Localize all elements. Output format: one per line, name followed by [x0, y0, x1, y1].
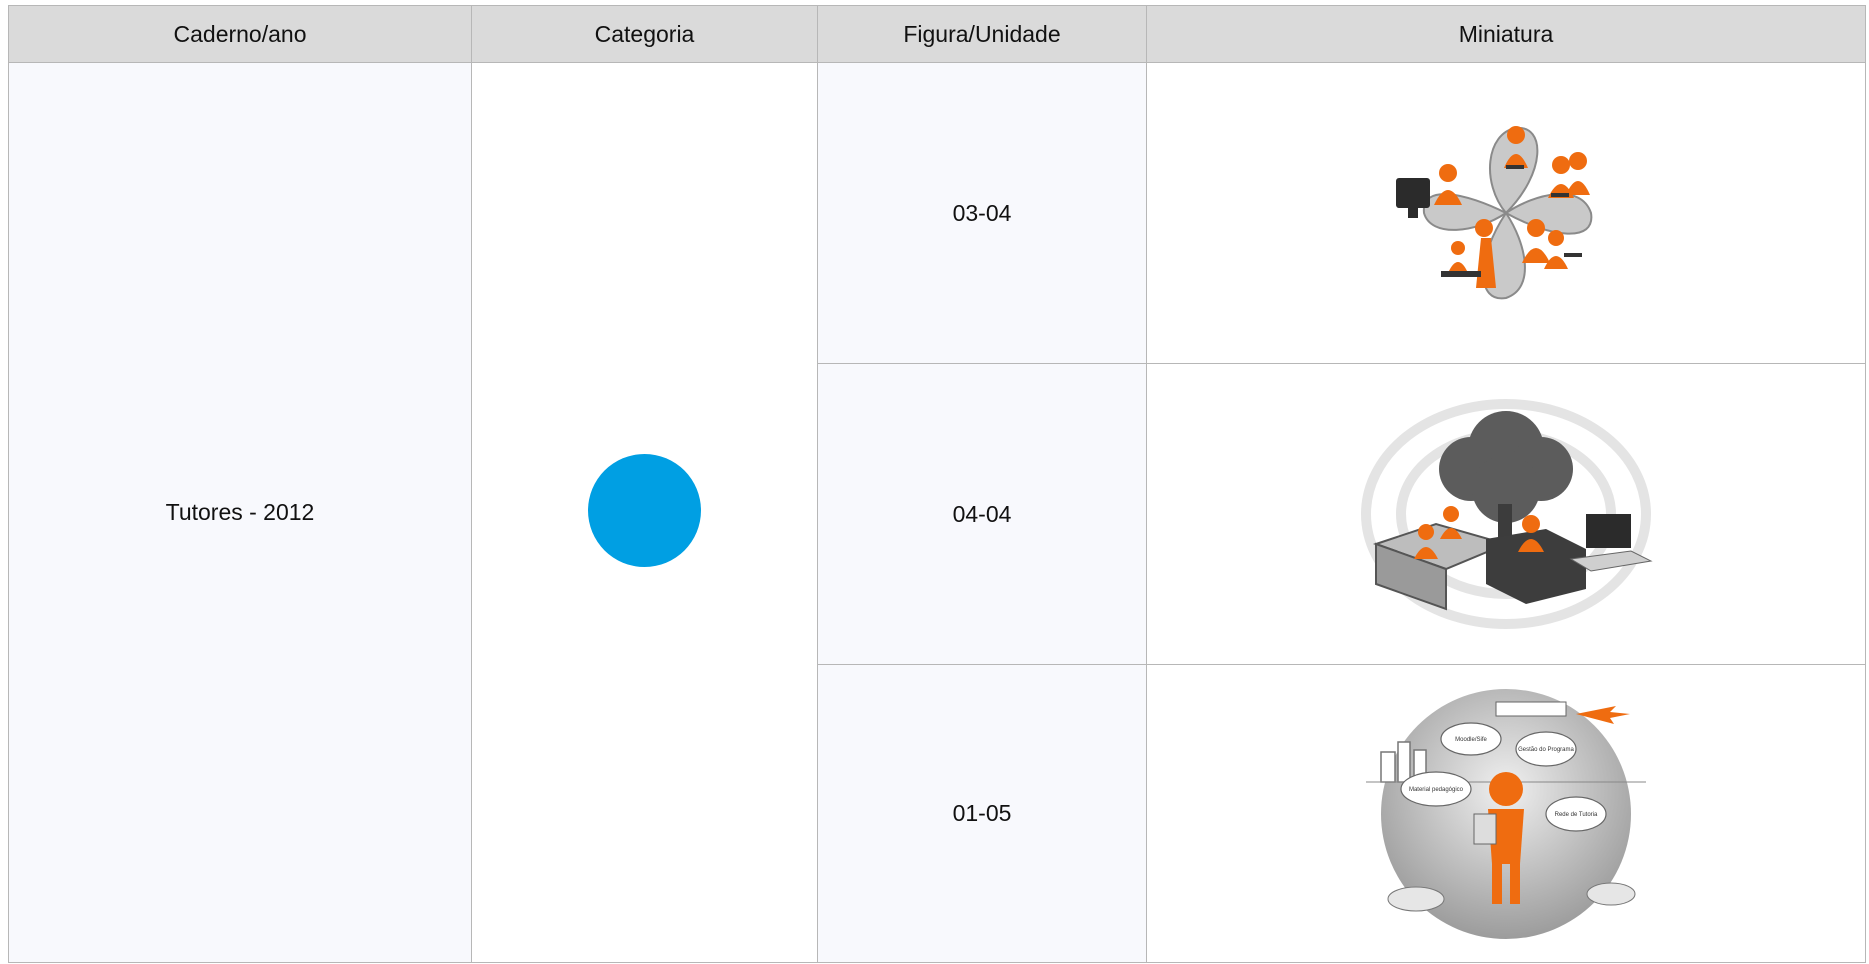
categoria-cell — [471, 62, 818, 963]
header-caderno-ano[interactable]: Caderno/ano — [8, 5, 472, 63]
figura-cell[interactable]: 04-04 — [817, 363, 1147, 665]
thumbnail-cell[interactable] — [1146, 363, 1866, 665]
home-study-thumbnail[interactable] — [1356, 394, 1656, 634]
thumbnail-cell[interactable]: Moodle/Sife Gestão do Programa Material … — [1146, 664, 1866, 963]
header-figura-unidade[interactable]: Figura/Unidade — [817, 5, 1147, 63]
bubble-text: Material pedagógico — [1409, 787, 1464, 793]
table-row: Tutores - 2012 03-04 — [8, 62, 1866, 963]
figures-table: Caderno/ano Categoria Figura/Unidade Min… — [8, 5, 1866, 963]
thumbnail-cell[interactable] — [1146, 62, 1866, 364]
figura-cell[interactable]: 01-05 — [817, 664, 1147, 963]
header-row: Caderno/ano Categoria Figura/Unidade Min… — [8, 5, 1866, 63]
bubble-text: Gestão do Programa — [1518, 747, 1574, 753]
category-dot-icon — [588, 453, 701, 567]
caderno-ano-cell: Tutores - 2012 — [8, 62, 472, 963]
header-miniatura[interactable]: Miniatura — [1146, 5, 1866, 63]
figura-cell[interactable]: 03-04 — [817, 62, 1147, 364]
bubble-text: Moodle/Sife — [1455, 737, 1487, 743]
header-categoria[interactable]: Categoria — [471, 5, 818, 63]
student-thinking-thumbnail[interactable]: Moodle/Sife Gestão do Programa Material … — [1356, 684, 1656, 944]
bubble-text: Rede de Tutoria — [1555, 812, 1598, 818]
people-network-thumbnail[interactable] — [1386, 113, 1626, 313]
